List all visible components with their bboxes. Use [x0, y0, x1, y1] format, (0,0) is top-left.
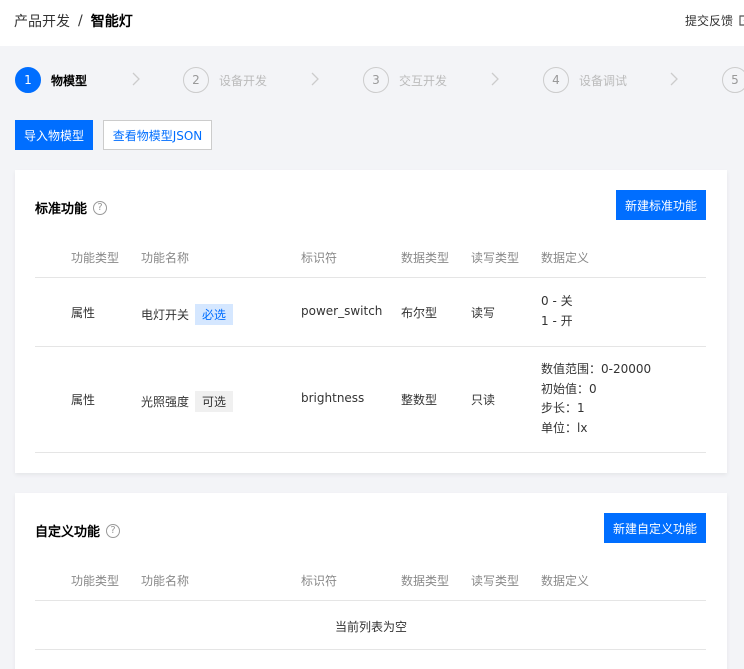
step-number: 3 — [363, 67, 389, 93]
step-3[interactable]: 3 交互开发 — [363, 67, 447, 93]
view-json-button[interactable]: 查看物模型JSON — [103, 120, 212, 150]
column-header: 标识符 — [301, 251, 338, 265]
divider — [35, 649, 706, 650]
column-header: 数据定义 — [541, 574, 590, 588]
cell-definition: 数值范围：0-20000 初始值：0 步长：1 单位：lx — [541, 360, 651, 438]
column-header: 标识符 — [301, 574, 338, 588]
definition-line: 初始值：0 — [541, 381, 597, 396]
cell-name: 光照强度 可选 — [141, 391, 234, 412]
definition-line: 1 - 开 — [541, 313, 573, 328]
column-header: 数据定义 — [541, 251, 590, 265]
cell-definition: 0 - 关 1 - 开 — [541, 292, 573, 331]
definition-line: 数值范围：0-20000 — [541, 362, 652, 376]
required-tag: 必选 — [195, 304, 234, 325]
column-header: 功能类型 — [71, 574, 120, 588]
cell-data-type: 整数型 — [401, 393, 438, 407]
chevron-right-icon — [311, 72, 319, 86]
cell-identifier: brightness — [301, 391, 365, 405]
divider — [35, 600, 706, 601]
breadcrumb-parent[interactable]: 产品开发 — [14, 11, 70, 31]
page-title: 智能灯 — [90, 14, 133, 30]
column-header: 功能类型 — [71, 251, 120, 265]
column-header: 读写类型 — [471, 251, 520, 265]
cell-rw: 只读 — [471, 393, 496, 407]
divider — [35, 346, 706, 347]
step-5[interactable]: 5 — [722, 67, 744, 93]
cell-type: 属性 — [71, 393, 96, 407]
function-name: 光照强度 — [141, 395, 190, 409]
custom-functions-panel: 自定义功能 ? 新建自定义功能 功能类型 功能名称 标识符 数据类型 读写类型 … — [15, 493, 727, 669]
top-bar: 产品开发 / 智能灯 提交反馈 — [0, 0, 744, 46]
chevron-right-icon — [491, 72, 499, 86]
feedback-link[interactable]: 提交反馈 — [685, 12, 744, 29]
standard-functions-panel: 标准功能 ? 新建标准功能 功能类型 功能名称 标识符 数据类型 读写类型 数据… — [15, 170, 727, 473]
step-number: 5 — [722, 67, 744, 93]
column-header: 数据类型 — [401, 574, 450, 588]
step-label: 物模型 — [51, 73, 88, 88]
chevron-right-icon — [670, 72, 678, 86]
create-custom-function-button[interactable]: 新建自定义功能 — [604, 513, 706, 543]
breadcrumb: 产品开发 / 智能灯 — [14, 11, 133, 31]
step-number: 2 — [183, 67, 209, 93]
column-header: 功能名称 — [141, 251, 190, 265]
definition-line: 0 - 关 — [541, 294, 573, 308]
import-model-button[interactable]: 导入物模型 — [15, 120, 93, 150]
cell-data-type: 布尔型 — [401, 306, 438, 320]
chevron-right-icon — [132, 72, 140, 86]
divider — [35, 452, 706, 453]
optional-tag: 可选 — [195, 391, 234, 412]
cell-rw: 读写 — [471, 306, 496, 320]
cell-identifier: power_switch — [301, 304, 383, 318]
step-4[interactable]: 4 设备调试 — [543, 67, 627, 93]
column-header: 读写类型 — [471, 574, 520, 588]
section-title: 自定义功能 ? — [35, 521, 121, 540]
help-icon[interactable]: ? — [106, 523, 121, 538]
step-label: 设备调试 — [579, 73, 628, 88]
step-1[interactable]: 1 物模型 — [15, 67, 87, 93]
cell-name: 电灯开关 必选 — [141, 304, 234, 325]
section-title-text: 标准功能 — [35, 202, 88, 217]
divider — [35, 277, 706, 278]
step-number: 4 — [543, 67, 569, 93]
column-header: 功能名称 — [141, 574, 190, 588]
function-name: 电灯开关 — [141, 308, 190, 322]
create-standard-function-button[interactable]: 新建标准功能 — [616, 190, 706, 220]
column-header: 数据类型 — [401, 251, 450, 265]
definition-line: 单位：lx — [541, 420, 588, 435]
definition-line: 步长：1 — [541, 401, 585, 415]
feedback-label: 提交反馈 — [685, 14, 734, 28]
step-label: 交互开发 — [399, 73, 448, 88]
external-link-icon — [739, 15, 744, 26]
step-number: 1 — [15, 67, 41, 93]
step-label: 设备开发 — [219, 73, 268, 88]
section-title: 标准功能 ? — [35, 198, 108, 217]
empty-state-text: 当前列表为空 — [334, 620, 407, 634]
steps-bar: 1 物模型 2 设备开发 3 交互开发 4 设备调试 5 — [0, 46, 744, 114]
breadcrumb-separator: / — [78, 13, 83, 29]
section-title-text: 自定义功能 — [35, 525, 101, 540]
help-icon[interactable]: ? — [93, 200, 108, 215]
step-2[interactable]: 2 设备开发 — [183, 67, 267, 93]
cell-type: 属性 — [71, 306, 96, 320]
